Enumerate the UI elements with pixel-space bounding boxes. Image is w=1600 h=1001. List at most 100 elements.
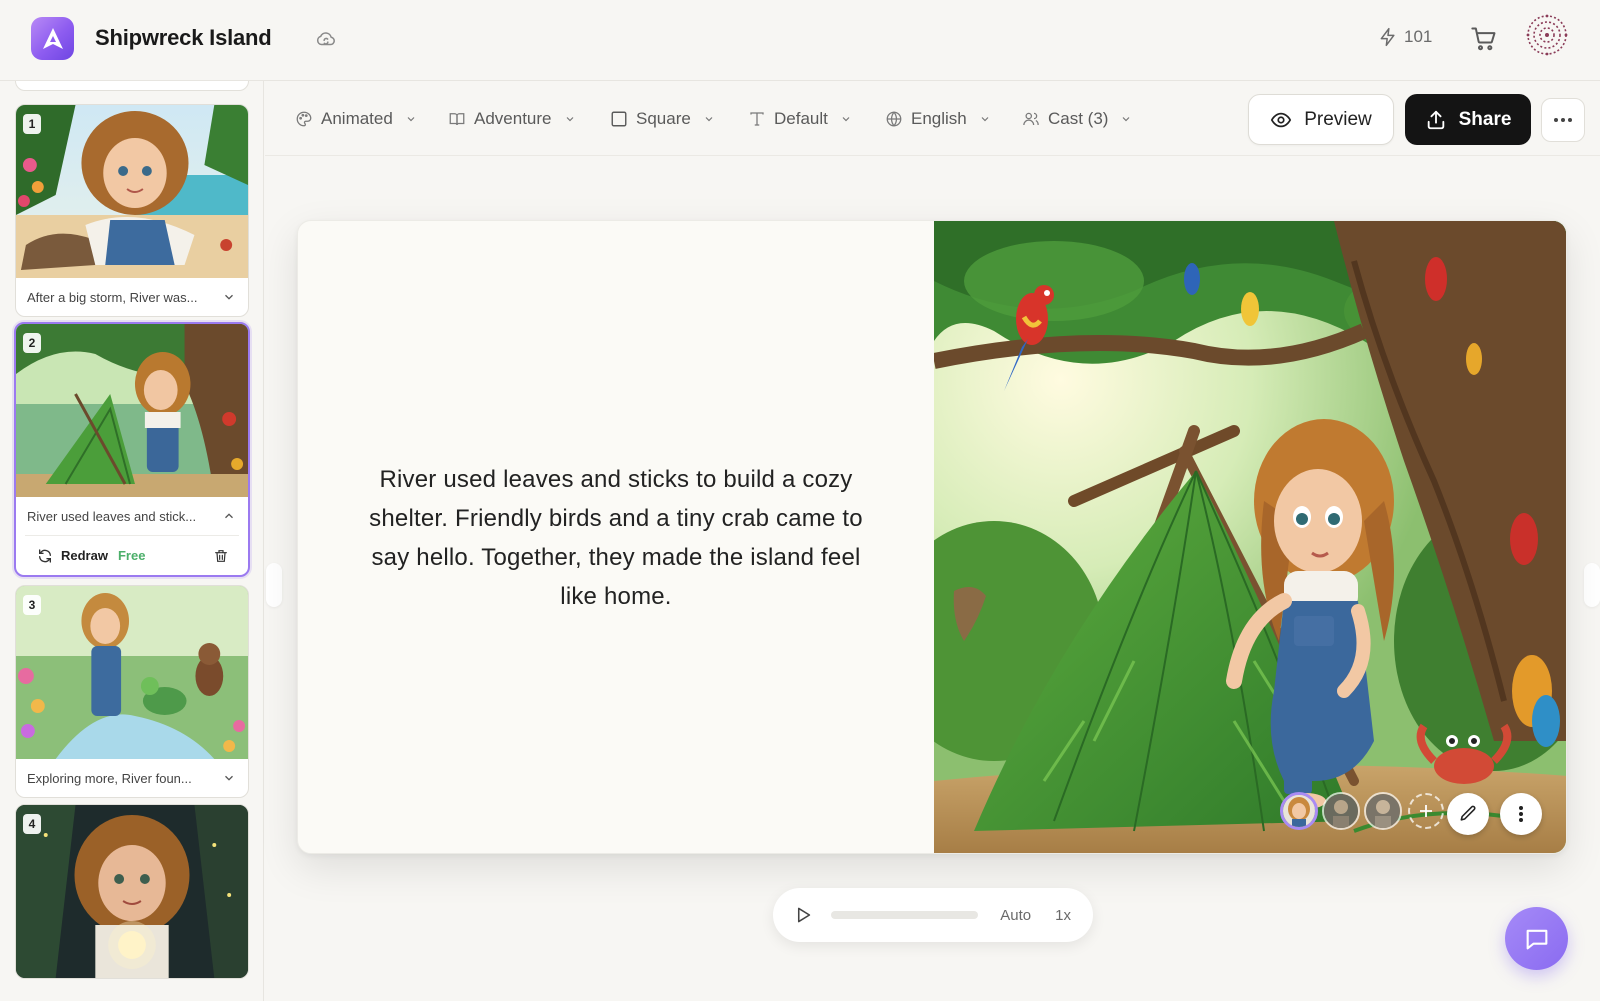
previous-page-handle[interactable] <box>266 563 282 607</box>
bolt-icon <box>1380 27 1395 47</box>
cast-avatar-3[interactable] <box>1364 792 1402 830</box>
credits-value: 101 <box>1404 27 1433 46</box>
page-thumbnail[interactable]: 3 <box>16 586 248 759</box>
page-number-badge: 3 <box>23 595 41 615</box>
illustration-menu-button[interactable] <box>1500 793 1542 835</box>
cast-dropdown[interactable]: Cast (3) <box>1022 105 1132 133</box>
cloud-sync-icon[interactable] <box>315 28 337 50</box>
cover-card-edge[interactable] <box>15 81 249 91</box>
add-cast-button[interactable] <box>1408 793 1444 829</box>
share-label: Share <box>1458 108 1512 130</box>
eye-icon <box>1271 112 1292 127</box>
genre-label: Adventure <box>474 109 552 128</box>
cart-icon[interactable] <box>1470 25 1498 53</box>
next-page-handle[interactable] <box>1584 563 1600 607</box>
chevron-down-icon <box>566 117 573 122</box>
style-dropdown[interactable]: Animated <box>295 105 417 133</box>
page-caption-row[interactable]: After a big storm, River was... <box>16 278 248 316</box>
story-text[interactable]: River used leaves and sticks to build a … <box>350 460 882 616</box>
refresh-icon <box>39 548 51 563</box>
upload-icon <box>1427 110 1444 129</box>
free-badge: Free <box>117 548 146 563</box>
page-caption: Exploring more, River foun... <box>27 770 192 786</box>
plus-icon <box>1420 805 1432 817</box>
night-glow-thumbnail <box>16 805 248 978</box>
page-caption-row[interactable]: River used leaves and stick... <box>16 497 248 535</box>
speed-selector[interactable]: 1x <box>1055 907 1071 924</box>
page-thumbnail[interactable]: 4 <box>16 805 248 978</box>
audio-player: Auto 1x <box>773 888 1093 942</box>
chat-button[interactable] <box>1505 907 1568 970</box>
chevron-down-icon <box>407 117 415 122</box>
chat-icon <box>1526 929 1547 949</box>
globe-icon <box>886 111 902 127</box>
page-number-badge: 2 <box>23 333 41 353</box>
credits-counter[interactable]: 101 <box>1378 27 1432 47</box>
chevron-down-icon <box>1123 117 1130 122</box>
language-dropdown[interactable]: English <box>885 105 991 133</box>
ellipsis-icon <box>1554 118 1572 122</box>
share-button[interactable]: Share <box>1405 94 1531 145</box>
shelter-girl-thumbnail <box>16 324 248 497</box>
cast-avatar-2[interactable] <box>1322 792 1360 830</box>
preview-button[interactable]: Preview <box>1248 94 1394 145</box>
stream-girl-thumbnail <box>16 586 248 759</box>
chevron-up-icon[interactable] <box>222 509 236 523</box>
chevron-down-icon[interactable] <box>222 290 236 304</box>
app-logo[interactable] <box>31 17 74 60</box>
project-title[interactable]: Shipwreck Island <box>95 25 272 51</box>
cast-avatar-group <box>1280 792 1444 830</box>
logo-mark-icon <box>42 27 63 49</box>
illustration-page[interactable] <box>934 221 1566 853</box>
palette-icon <box>296 111 312 127</box>
more-options-button[interactable] <box>1541 98 1585 142</box>
redraw-label: Redraw <box>61 548 108 563</box>
page-thumbnail[interactable]: 2 <box>16 324 248 497</box>
page-card-4[interactable]: 4 <box>15 804 249 979</box>
page-thumbnail[interactable]: 1 <box>16 105 248 278</box>
page-action-row: Redraw Free <box>25 535 239 575</box>
page-card-1[interactable]: 1 After a big storm, River was... <box>15 104 249 317</box>
preview-label: Preview <box>1304 108 1372 130</box>
pencil-icon <box>1460 805 1476 821</box>
book-settings-toolbar: Animated Adventure Square Default Englis… <box>265 81 1600 156</box>
page-number-badge: 4 <box>23 814 41 834</box>
page-caption: After a big storm, River was... <box>27 289 198 305</box>
format-label: Square <box>636 109 691 128</box>
top-bar: Shipwreck Island 101 <box>0 0 1600 81</box>
chevron-down-icon <box>981 117 989 122</box>
playback-progress[interactable] <box>830 911 979 919</box>
kebab-icon <box>1519 806 1523 822</box>
beach-girl-thumbnail <box>16 105 248 278</box>
page-caption: River used leaves and stick... <box>27 508 197 524</box>
user-avatar[interactable] <box>1526 14 1568 56</box>
page-card-2[interactable]: 2 River used leaves and stick... Redraw … <box>14 322 250 577</box>
chevron-down-icon[interactable] <box>222 771 236 785</box>
users-icon <box>1023 112 1039 126</box>
book-icon <box>449 113 465 126</box>
square-icon <box>611 111 627 127</box>
genre-dropdown[interactable]: Adventure <box>448 105 576 133</box>
trash-icon[interactable] <box>213 548 229 564</box>
book-spread: River used leaves and sticks to build a … <box>297 220 1567 854</box>
cast-avatar-river[interactable] <box>1280 792 1318 830</box>
autoplay-toggle[interactable]: Auto <box>1000 907 1031 924</box>
edit-illustration-button[interactable] <box>1447 793 1489 835</box>
text-page[interactable]: River used leaves and sticks to build a … <box>298 221 934 853</box>
play-icon[interactable] <box>793 905 813 925</box>
page-number-badge: 1 <box>23 114 41 134</box>
text-icon <box>750 112 764 126</box>
cast-label: Cast (3) <box>1048 109 1109 128</box>
redraw-button[interactable]: Redraw <box>37 548 108 564</box>
chevron-down-icon <box>705 117 713 122</box>
font-dropdown[interactable]: Default <box>748 105 852 133</box>
chevron-down-icon <box>842 117 850 122</box>
page-caption-row[interactable]: Exploring more, River foun... <box>16 759 248 797</box>
page-sidebar[interactable]: 1 After a big storm, River was... 2 Rive… <box>0 81 264 1001</box>
style-label: Animated <box>321 109 393 128</box>
language-label: English <box>911 109 967 128</box>
font-label: Default <box>774 109 828 128</box>
page-card-3[interactable]: 3 Exploring more, River foun... <box>15 585 249 798</box>
shelter-illustration <box>934 221 1566 853</box>
format-dropdown[interactable]: Square <box>610 105 715 133</box>
